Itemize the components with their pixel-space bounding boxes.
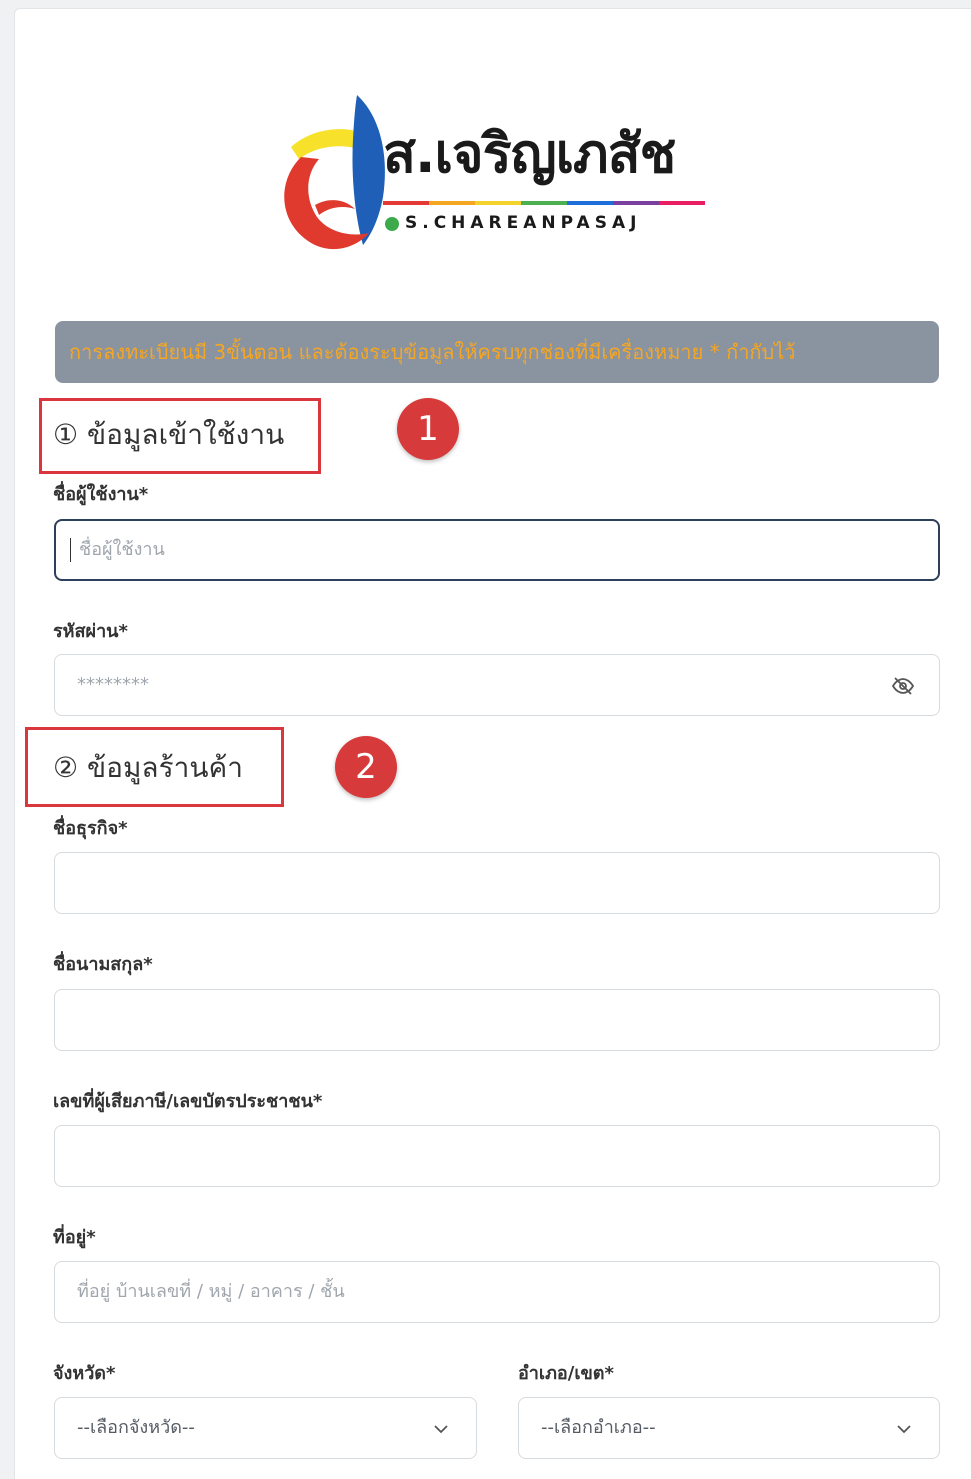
address-input[interactable]: ที่อยู่ บ้านเลขที่ / หมู่ / อาคาร / ชั้น — [54, 1261, 940, 1323]
full-name-input[interactable] — [54, 989, 940, 1051]
required-mark: * — [312, 1091, 323, 1112]
eye-slash-icon[interactable] — [891, 674, 915, 698]
required-mark: * — [143, 954, 153, 975]
province-select[interactable]: --เลือกจังหวัด-- — [54, 1397, 477, 1459]
username-input[interactable]: ชื่อผู้ใช้งาน — [54, 519, 940, 581]
section2-title: ② ข้อมูลร้านค้า — [53, 751, 243, 784]
logo-color-stripe — [383, 201, 705, 205]
business-name-input[interactable] — [54, 852, 940, 914]
section1-title: ① ข้อมูลเข้าใช้งาน — [53, 418, 285, 451]
password-input[interactable]: ******** — [54, 654, 940, 716]
username-placeholder: ชื่อผู้ใช้งาน — [79, 539, 165, 560]
district-select[interactable]: --เลือกอำเภอ-- — [518, 1397, 940, 1459]
required-mark: * — [86, 1227, 96, 1248]
logo-green-dot — [385, 217, 399, 231]
required-mark: * — [118, 818, 128, 839]
text-caret — [70, 538, 71, 562]
password-label: รหัสผ่าน* — [53, 621, 128, 642]
logo-emblem — [284, 95, 385, 250]
province-selected-value: --เลือกจังหวัด-- — [77, 1417, 195, 1438]
required-mark: * — [118, 621, 128, 642]
address-placeholder: ที่อยู่ บ้านเลขที่ / หมู่ / อาคาร / ชั้น — [77, 1281, 345, 1302]
address-label: ที่อยู่* — [53, 1227, 96, 1248]
chevron-down-icon — [434, 1425, 448, 1434]
province-label: จังหวัด* — [53, 1363, 116, 1384]
district-selected-value: --เลือกอำเภอ-- — [541, 1417, 656, 1438]
registration-page: ส.เจริญเภสัช S.CHAREANPASAJ การลงทะเบียน… — [14, 8, 971, 1479]
password-placeholder: ******** — [77, 674, 149, 695]
full-name-label: ชื่อนามสกุล* — [53, 954, 153, 975]
required-mark: * — [138, 484, 149, 505]
logo-subtitle: S.CHAREANPASAJ — [405, 213, 642, 233]
required-mark: * — [106, 1363, 116, 1384]
district-label: อำเภอ/เขต* — [518, 1363, 614, 1384]
registration-notice: การลงทะเบียนมี 3ขั้นตอน และต้องระบุข้อมู… — [55, 321, 939, 383]
required-mark: * — [604, 1363, 614, 1384]
chevron-down-icon — [897, 1425, 911, 1434]
step-2-badge: 2 — [335, 736, 397, 798]
tax-id-label: เลขที่ผู้เสียภาษี/เลขบัตรประชาชน* — [53, 1091, 323, 1112]
username-label: ชื่อผู้ใช้งาน* — [53, 484, 149, 505]
tax-id-input[interactable] — [54, 1125, 940, 1187]
company-logo: ส.เจริญเภสัช S.CHAREANPASAJ — [271, 87, 711, 252]
step-1-badge: 1 — [397, 398, 459, 460]
business-name-label: ชื่อธุรกิจ* — [53, 818, 128, 839]
logo-wordmark: ส.เจริญเภสัช — [383, 122, 676, 185]
